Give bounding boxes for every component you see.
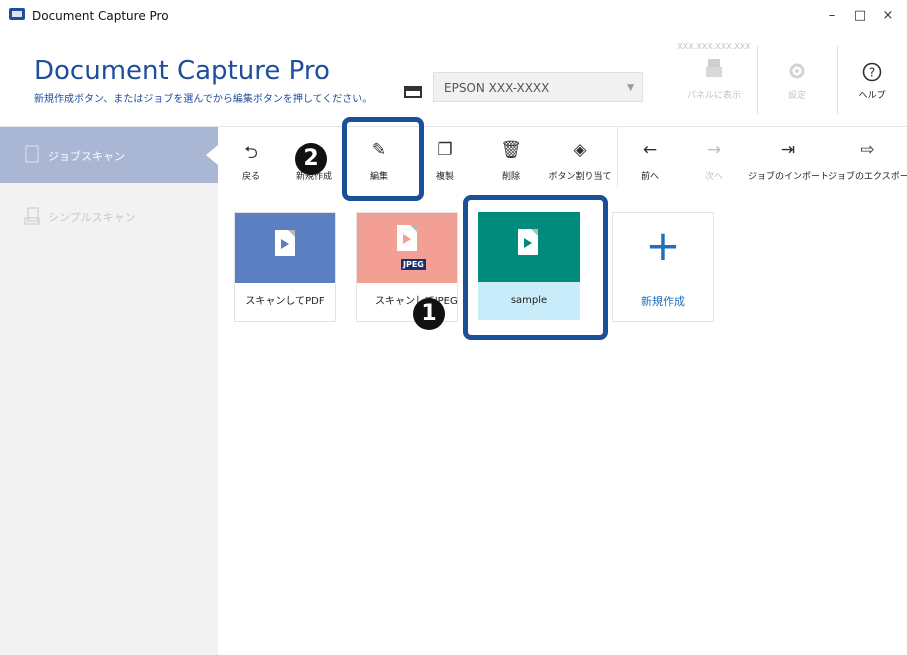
app-icon [9, 8, 25, 20]
assign-label: ボタン割り当て [548, 172, 612, 182]
export-button[interactable]: ⇨ ジョブのエクスポート [828, 127, 907, 187]
sidebar-item-job-scan[interactable]: ジョブスキャン [0, 127, 218, 183]
document-icon [25, 145, 39, 163]
job-name: スキャンしてPDF [245, 296, 325, 307]
instruction-text: 新規作成ボタン、またはジョブを選んでから編集ボタンを押してください。 [34, 94, 373, 105]
back-label: 戻る [241, 172, 260, 182]
help-label: ヘルプ [858, 91, 886, 101]
edit-highlight [342, 117, 424, 201]
ip-address: XXX.XXX.XXX.XXX [677, 42, 751, 51]
new-job-tile[interactable]: + 新規作成 [612, 212, 714, 322]
next-label: 次へ [704, 172, 723, 182]
help-icon: ? [862, 62, 882, 82]
close-button[interactable]: × [874, 4, 902, 28]
back-button[interactable]: ⮌ 戻る [218, 127, 284, 187]
sidebar-item-label: ジョブスキャン [48, 150, 125, 163]
help-button[interactable]: ? ヘルプ [837, 42, 907, 120]
callout-2: 2 [295, 143, 327, 175]
settings-button[interactable]: 設定 [757, 42, 837, 120]
panel-icon [706, 59, 722, 77]
sidebar-item-label: シンプルスキャン [48, 211, 136, 224]
maximize-button[interactable]: □ [846, 4, 874, 28]
minimize-button[interactable]: – [818, 4, 846, 28]
assign-icon: ◈ [573, 140, 587, 160]
jpeg-document-icon [397, 225, 417, 251]
back-arrow-icon: ⮌ [244, 143, 258, 163]
scanner-select[interactable]: EPSON XXX-XXXX ▼ [433, 72, 643, 102]
import-label: ジョブのインポート [748, 172, 830, 182]
title-bar: Document Capture Pro – □ × [0, 0, 907, 34]
scanner-icon [404, 86, 422, 98]
app-title: Document Capture Pro [34, 56, 330, 86]
export-icon: ⇨ [860, 140, 875, 160]
job-color-band [235, 213, 335, 283]
trash-icon: 🗑 [500, 140, 522, 160]
job-color-band: JPEG [357, 213, 457, 283]
app-header: Document Capture Pro 新規作成ボタン、またはジョブを選んでか… [0, 34, 907, 127]
next-button[interactable]: → 次へ [682, 127, 746, 187]
export-label: ジョブのエクスポート [828, 172, 907, 182]
scanner-select-value: EPSON XXX-XXXX [444, 81, 550, 95]
simple-scan-icon [24, 207, 40, 225]
window-title: Document Capture Pro [32, 9, 169, 23]
active-indicator [206, 145, 218, 165]
sidebar-item-simple-scan[interactable]: シンプルスキャン [0, 191, 218, 241]
import-button[interactable]: ⇥ ジョブのインポート [748, 127, 830, 187]
svg-text:?: ? [869, 66, 875, 80]
previous-label: 前へ [640, 172, 659, 182]
pdf-document-icon [275, 230, 295, 256]
jpeg-badge: JPEG [401, 259, 426, 270]
panel-display-label: パネルに表示 [686, 91, 741, 101]
import-icon: ⇥ [780, 140, 796, 160]
plus-icon: + [645, 221, 681, 270]
callout-1: 1 [413, 298, 445, 330]
new-job-label: 新規作成 [641, 295, 685, 308]
chevron-down-icon: ▼ [627, 83, 634, 93]
delete-button[interactable]: 🗑 削除 [476, 127, 546, 187]
previous-button[interactable]: ← 前へ [618, 127, 682, 187]
sample-highlight [463, 195, 608, 340]
assign-button[interactable]: ◈ ボタン割り当て [544, 127, 616, 187]
arrow-left-icon: ← [642, 140, 658, 160]
panel-display-button[interactable]: XXX.XXX.XXX.XXX パネルに表示 [672, 42, 756, 120]
gear-icon [789, 63, 805, 79]
delete-label: 削除 [501, 172, 520, 182]
job-tile-scan-pdf[interactable]: スキャンしてPDF [234, 212, 336, 322]
sidebar: ジョブスキャン シンプルスキャン [0, 127, 218, 655]
arrow-right-icon: → [706, 140, 722, 160]
settings-label: 設定 [787, 91, 806, 101]
